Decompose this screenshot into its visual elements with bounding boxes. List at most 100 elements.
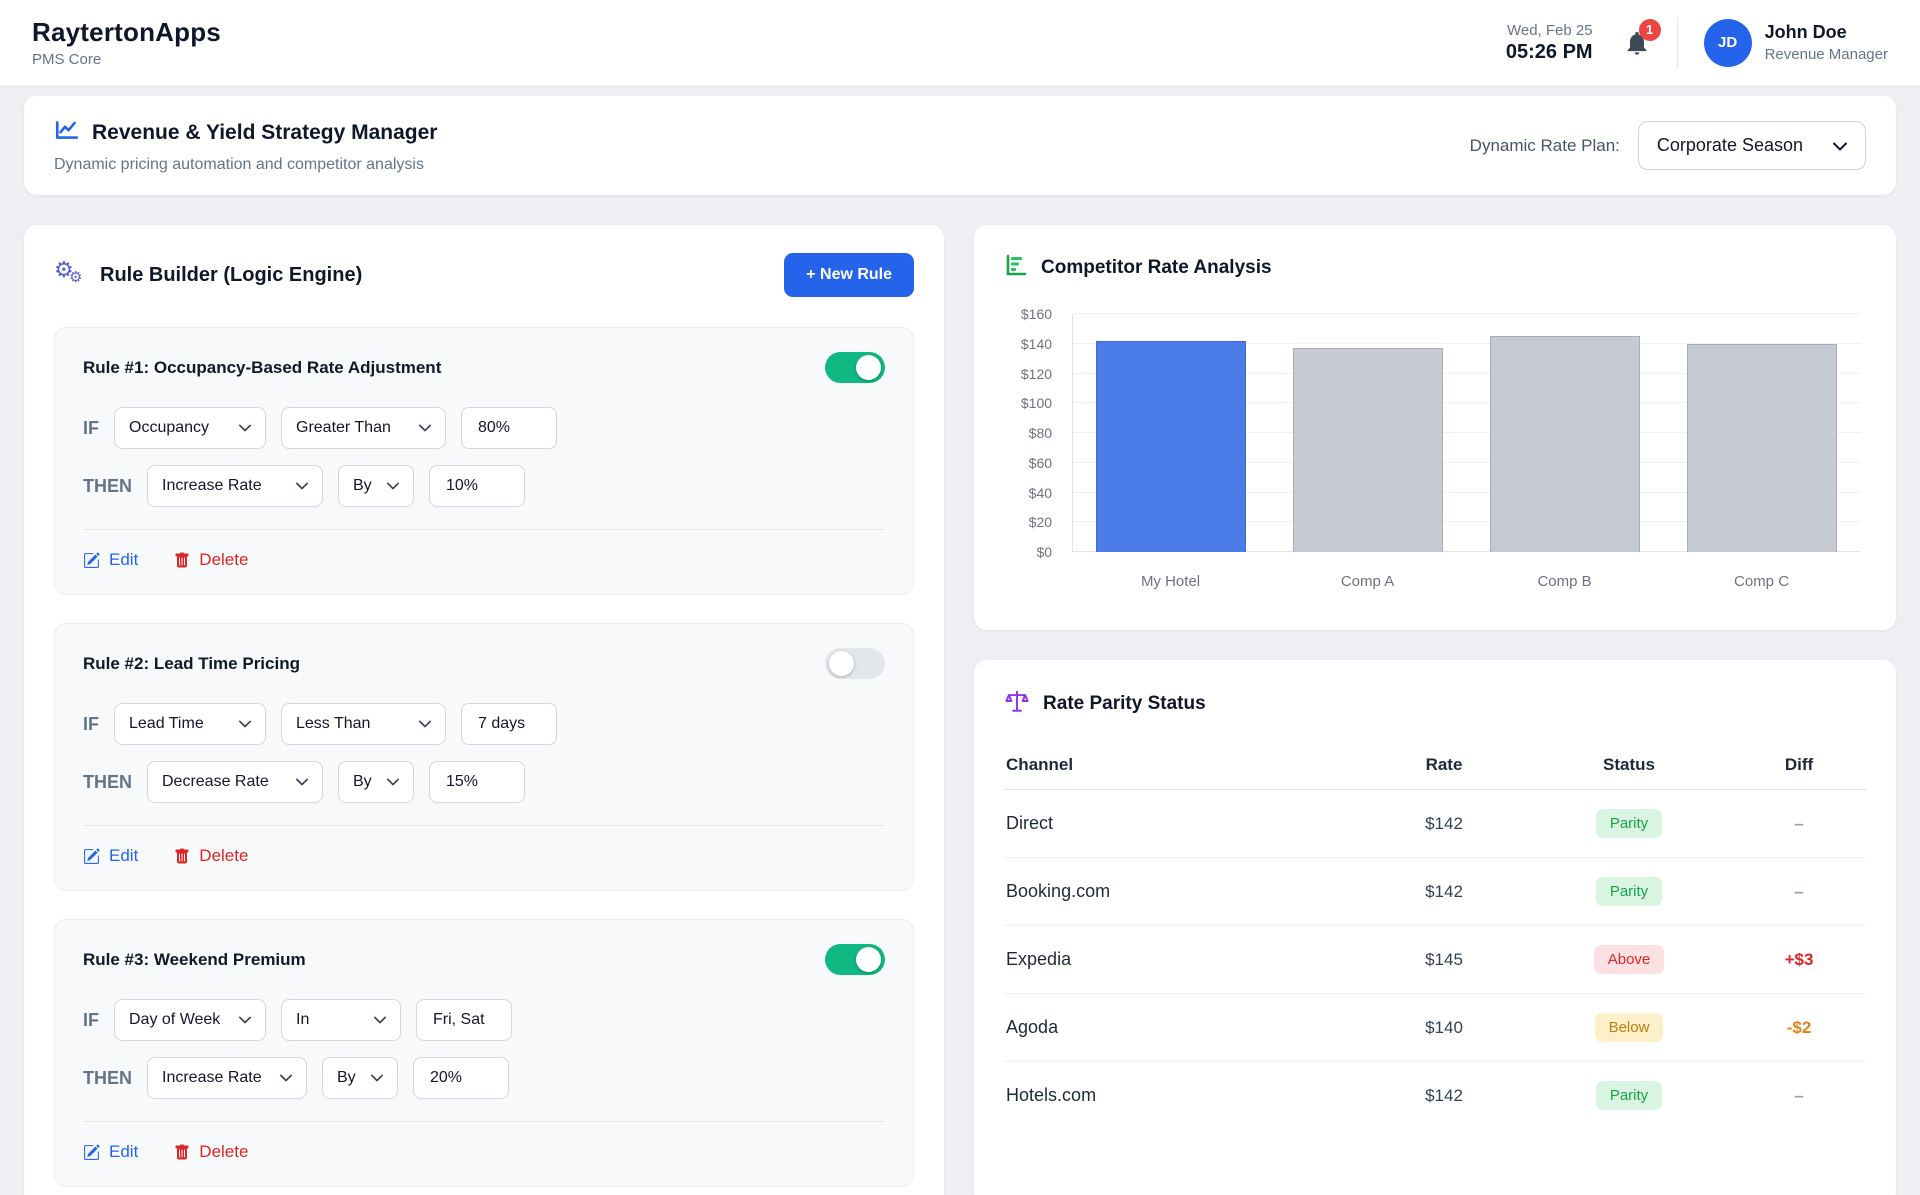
rule-1-if-field-select[interactable]: Occupancy — [114, 407, 266, 449]
current-date: Wed, Feb 25 — [1506, 22, 1593, 39]
channel-name: Direct — [1006, 813, 1364, 834]
chevron-down-icon — [239, 1016, 251, 1024]
rule-2-if-operator-select[interactable]: Less Than — [281, 703, 446, 745]
trash-icon — [174, 552, 190, 569]
chevron-down-icon — [419, 424, 431, 432]
rule-1-toggle[interactable] — [825, 352, 885, 383]
bar-comp-a — [1293, 348, 1443, 552]
avatar: JD — [1704, 19, 1752, 67]
rule-2-toggle[interactable] — [825, 648, 885, 679]
competitor-chart-card: Competitor Rate Analysis $0$20$40$60$80$… — [974, 225, 1896, 630]
rule-3-title: Rule #3: Weekend Premium — [83, 950, 306, 970]
rule-2-edit-button[interactable]: Edit — [83, 846, 138, 866]
channel-rate: $142 — [1364, 882, 1524, 902]
page-title-card: Revenue & Yield Strategy Manager Dynamic… — [24, 96, 1896, 195]
channel-status: Parity — [1524, 1081, 1734, 1110]
status-badge: Above — [1594, 945, 1665, 974]
rule-3-if-field-select[interactable]: Day of Week — [114, 999, 266, 1041]
rule-3-toggle[interactable] — [825, 944, 885, 975]
channel-name: Expedia — [1006, 949, 1364, 970]
notifications-button[interactable]: 1 — [1623, 29, 1651, 57]
rule-3-then-mode-select[interactable]: By — [322, 1057, 398, 1099]
rule-2-then-action-select[interactable]: Decrease Rate — [147, 761, 323, 803]
rule-1-edit-button[interactable]: Edit — [83, 550, 138, 570]
channel-status: Above — [1524, 945, 1734, 974]
chart-bars — [1073, 314, 1860, 552]
chevron-down-icon — [387, 778, 399, 786]
rule-3-card: Rule #3: Weekend Premium IF Day of Week … — [54, 919, 914, 1187]
rule-1-delete-button[interactable]: Delete — [174, 550, 248, 570]
edit-label: Edit — [109, 846, 138, 866]
y-tick-label: $60 — [1029, 455, 1052, 471]
edit-label: Edit — [109, 550, 138, 570]
rule-2-then-value-input[interactable]: 15% — [429, 761, 525, 803]
toggle-knob — [856, 355, 881, 380]
rule-3-edit-button[interactable]: Edit — [83, 1142, 138, 1162]
user-role: Revenue Manager — [1765, 46, 1888, 63]
trash-icon — [174, 1144, 190, 1161]
chevron-down-icon — [419, 720, 431, 728]
select-value: Less Than — [296, 715, 370, 733]
select-value: Increase Rate — [162, 1069, 262, 1087]
select-value: Occupancy — [129, 419, 209, 437]
bar-column — [1270, 314, 1467, 552]
rule-1-then-mode-select[interactable]: By — [338, 465, 414, 507]
rule-2-if-field-select[interactable]: Lead Time — [114, 703, 266, 745]
select-value: Day of Week — [129, 1011, 220, 1029]
channel-rate: $142 — [1364, 814, 1524, 834]
rate-parity-table: Channel Rate Status Diff Direct$142Parit… — [1004, 741, 1866, 1129]
toggle-knob — [829, 651, 854, 676]
x-tick-label: Comp B — [1466, 573, 1663, 590]
edit-label: Edit — [109, 1142, 138, 1162]
if-label: IF — [83, 714, 99, 735]
status-badge: Below — [1595, 1013, 1664, 1042]
rate-parity-title: Rate Parity Status — [1043, 693, 1206, 715]
app-subtitle: PMS Core — [32, 51, 221, 68]
bar-column — [1467, 314, 1664, 552]
rate-diff: -$2 — [1734, 1018, 1864, 1038]
rule-3-if-operator-select[interactable]: In — [281, 999, 401, 1041]
if-label: IF — [83, 1010, 99, 1031]
delete-label: Delete — [199, 550, 248, 570]
chevron-down-icon — [296, 778, 308, 786]
rule-1-then-action-select[interactable]: Increase Rate — [147, 465, 323, 507]
competitor-bar-chart: $0$20$40$60$80$100$120$140$160 My HotelC… — [1004, 308, 1866, 604]
column-header-diff: Diff — [1734, 755, 1864, 775]
status-badge: Parity — [1596, 809, 1662, 838]
rule-3-then-action-select[interactable]: Increase Rate — [147, 1057, 307, 1099]
y-tick-label: $140 — [1021, 336, 1052, 352]
select-value: By — [353, 477, 372, 495]
balance-scale-icon — [1004, 688, 1030, 719]
header-divider — [1677, 18, 1678, 68]
bar-column — [1073, 314, 1270, 552]
toggle-knob — [856, 947, 881, 972]
rule-3-delete-button[interactable]: Delete — [174, 1142, 248, 1162]
rate-plan-select[interactable]: Corporate Season — [1638, 121, 1866, 170]
parity-row-expedia: Expedia$145Above+$3 — [1004, 926, 1866, 994]
rule-1-if-operator-select[interactable]: Greater Than — [281, 407, 446, 449]
rule-1-if-value-input[interactable]: 80% — [461, 407, 557, 449]
rule-3-then-value-input[interactable]: 20% — [413, 1057, 509, 1099]
rule-2-then-mode-select[interactable]: By — [338, 761, 414, 803]
rule-2-delete-button[interactable]: Delete — [174, 846, 248, 866]
rate-diff: – — [1734, 814, 1864, 834]
page-subtitle: Dynamic pricing automation and competito… — [54, 156, 437, 174]
user-menu[interactable]: JD John Doe Revenue Manager — [1704, 19, 1888, 67]
new-rule-button[interactable]: + New Rule — [784, 253, 914, 297]
rule-divider — [83, 1121, 885, 1122]
chart-plot-area — [1072, 314, 1860, 552]
rule-1-then-value-input[interactable]: 10% — [429, 465, 525, 507]
chevron-down-icon — [296, 482, 308, 490]
rule-1-card: Rule #1: Occupancy-Based Rate Adjustment… — [54, 327, 914, 595]
datetime: Wed, Feb 25 05:26 PM — [1506, 22, 1593, 64]
rule-2-if-value-input[interactable]: 7 days — [461, 703, 557, 745]
rule-divider — [83, 529, 885, 530]
rule-3-if-value-input[interactable]: Fri, Sat — [416, 999, 512, 1041]
then-label: THEN — [83, 476, 132, 497]
y-tick-label: $40 — [1029, 485, 1052, 501]
chevron-down-icon — [239, 424, 251, 432]
edit-icon — [83, 1144, 100, 1161]
column-header-channel: Channel — [1006, 755, 1364, 775]
select-value: Greater Than — [296, 419, 391, 437]
chevron-down-icon — [1833, 135, 1847, 156]
